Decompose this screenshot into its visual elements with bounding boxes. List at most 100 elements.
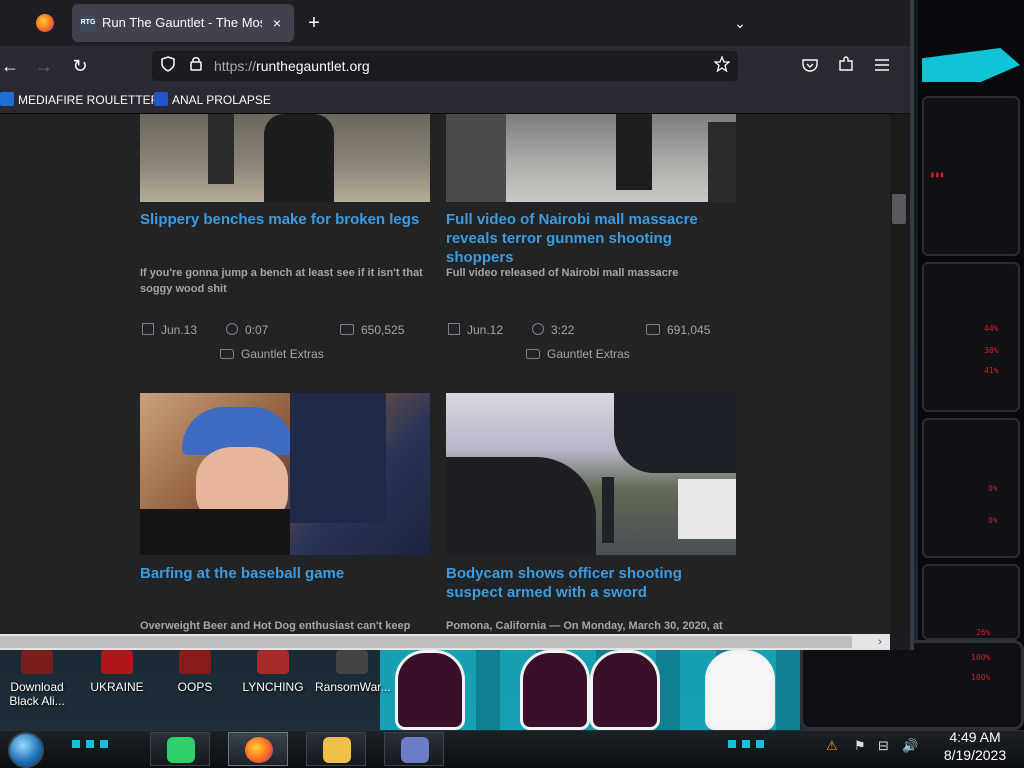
video-thumbnail[interactable] <box>446 393 736 555</box>
desktop-icon-label: Download Black Ali... <box>9 680 65 708</box>
url-host: runthegauntlet.org <box>256 58 370 74</box>
gadget-label: ▮▮▮ <box>930 170 945 179</box>
thumbnail-car <box>678 479 736 539</box>
tab-runthegauntlet[interactable]: RTG Run The Gauntlet - The Most D × <box>72 4 294 42</box>
desktop-icon-label: UKRAINE <box>90 680 144 694</box>
gadget-usage-panel: 44% 38% 41% <box>922 262 1020 412</box>
desktop-icon[interactable]: LYNCHING <box>238 650 308 694</box>
gadget-cpu-panel: ▮▮▮ <box>922 96 1020 256</box>
taskbar-decoration <box>728 740 770 748</box>
flag-icon[interactable]: ⚑ <box>854 738 866 754</box>
video-description: Full video released of Nairobi mall mass… <box>446 267 679 279</box>
video-card[interactable]: Barfing at the baseball game Overweight … <box>140 393 430 634</box>
clock-icon <box>532 323 544 335</box>
desktop-icon-label: OOPS <box>177 680 213 694</box>
start-button[interactable] <box>8 732 44 768</box>
lock-icon[interactable] <box>186 56 206 76</box>
list-all-tabs-button[interactable]: ⌄ <box>728 10 752 36</box>
desktop-icon[interactable]: OOPS <box>160 650 230 694</box>
window-app-icon <box>401 737 429 763</box>
firefox-view-tab[interactable] <box>28 8 62 38</box>
video-category[interactable]: Gauntlet Extras <box>526 346 630 362</box>
taskbar-app-notes[interactable] <box>150 732 210 766</box>
reload-button[interactable]: ↻ <box>66 52 94 80</box>
bookmark-item[interactable]: ANAL PROLAPSE <box>154 91 271 109</box>
taskbar-app-settings[interactable] <box>384 732 444 766</box>
monitor-icon <box>646 324 660 335</box>
clock-icon <box>226 323 238 335</box>
system-monitor-gadget: ▮▮▮ 44% 38% 41% 0% 0% 26% <box>918 0 1024 730</box>
new-tab-button[interactable]: + <box>302 10 326 36</box>
taskbar-clock[interactable]: 4:49 AM 8/19/2023 <box>930 728 1020 764</box>
thumbnail-person <box>602 477 614 543</box>
gadget-reading: 41% <box>984 366 999 375</box>
thumbnail-person <box>290 393 386 523</box>
desktop-icon-label: RansomWar... <box>315 680 391 694</box>
wallpaper-figure <box>520 650 590 730</box>
video-card[interactable]: Bodycam shows officer shooting suspect a… <box>446 393 736 634</box>
desktop-icon[interactable]: RansomWar... <box>315 650 391 694</box>
close-tab-icon[interactable]: × <box>268 14 286 32</box>
video-thumbnail[interactable] <box>446 114 736 202</box>
app-icon <box>179 650 211 674</box>
desktop-icon[interactable]: UKRAINE <box>82 650 152 694</box>
bookmarks-toolbar: MEDIAFIRE ROULETTER ANAL PROLAPSE <box>0 86 910 114</box>
star-icon[interactable] <box>712 55 732 76</box>
scrollbar-thumb[interactable] <box>0 636 852 648</box>
puzzle-icon[interactable] <box>832 52 860 80</box>
volume-icon[interactable]: 🔊 <box>902 738 918 754</box>
horizontal-scrollbar[interactable]: › <box>0 634 890 650</box>
scrollbar-thumb[interactable] <box>892 194 906 224</box>
taskbar-decoration <box>72 740 114 748</box>
notes-icon <box>167 737 195 763</box>
thumbnail-person <box>208 114 234 184</box>
browser-window: RTG Run The Gauntlet - The Most D × + ⌄ … <box>0 0 914 650</box>
video-duration: 3:22 <box>532 322 574 338</box>
folder-icon <box>526 349 540 359</box>
tab-title: Run The Gauntlet - The Most D <box>102 15 262 30</box>
desktop-icon-label: LYNCHING <box>242 680 304 694</box>
firefox-icon <box>245 737 273 763</box>
shield-icon[interactable] <box>158 56 178 76</box>
vertical-scrollbar[interactable] <box>890 114 910 634</box>
thumbnail-arm <box>446 457 596 555</box>
bookmark-item[interactable]: MEDIAFIRE ROULETTER <box>0 91 159 109</box>
video-description: If you're gonna jump a bench at least se… <box>140 267 423 295</box>
gadget-reading: 100% <box>971 653 991 662</box>
back-button[interactable]: ← <box>0 52 24 80</box>
wallpaper-figure <box>705 650 775 730</box>
video-thumbnail[interactable] <box>140 114 430 202</box>
calendar-icon <box>142 323 154 335</box>
hamburger-icon[interactable] <box>868 52 896 80</box>
folder-icon <box>323 737 351 763</box>
url-bar[interactable]: https://runthegauntlet.org <box>152 51 738 81</box>
thumbnail-shirt <box>140 509 290 555</box>
forward-button[interactable]: → <box>30 52 58 80</box>
taskbar-app-firefox[interactable] <box>228 732 288 766</box>
gadget-clock-panel: 100% 100% <box>800 640 1024 730</box>
video-title[interactable]: Bodycam shows officer shooting suspect a… <box>446 564 736 602</box>
video-duration: 0:07 <box>226 322 268 338</box>
bookmark-label: ANAL PROLAPSE <box>172 93 271 107</box>
video-title[interactable]: Full video of Nairobi mall massacre reve… <box>446 210 736 267</box>
app-icon <box>336 650 368 674</box>
network-icon[interactable]: ⊟ <box>878 738 889 754</box>
gadget-reading: 0% <box>988 516 998 525</box>
video-views: 650,525 <box>340 322 404 338</box>
pocket-icon[interactable] <box>796 52 824 80</box>
gadget-reading: 100% <box>971 673 991 682</box>
scroll-right-arrow-icon[interactable]: › <box>872 634 888 650</box>
folder-icon <box>220 349 234 359</box>
app-icon <box>101 650 133 674</box>
video-title[interactable]: Slippery benches make for broken legs <box>140 210 430 229</box>
tray-update-icon[interactable]: ⚠ <box>826 738 838 754</box>
taskbar-app-file-explorer[interactable] <box>306 732 366 766</box>
desktop-icon[interactable]: Download Black Ali... <box>2 650 72 708</box>
url-text[interactable]: https://runthegauntlet.org <box>214 58 370 74</box>
tab-strip: RTG Run The Gauntlet - The Most D × + ⌄ <box>0 0 910 46</box>
video-thumbnail[interactable] <box>140 393 430 555</box>
video-title[interactable]: Barfing at the baseball game <box>140 564 430 583</box>
clock-date: 8/19/2023 <box>943 747 1007 763</box>
bookmark-label: MEDIAFIRE ROULETTER <box>18 93 160 107</box>
video-category[interactable]: Gauntlet Extras <box>220 346 324 362</box>
